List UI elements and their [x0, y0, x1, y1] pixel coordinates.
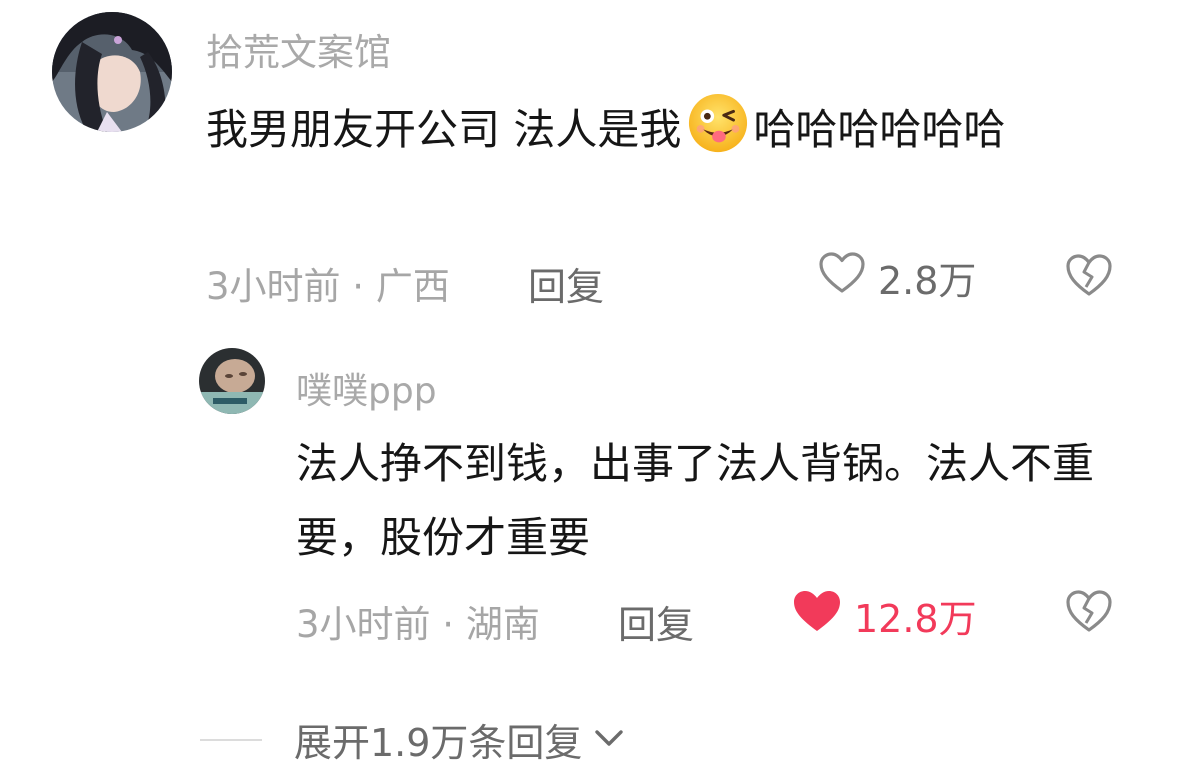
comment-username[interactable]: 拾荒文案馆	[206, 22, 391, 76]
reply-content: 法人挣不到钱，出事了法人背锅。法人不重要，股份才重要	[296, 439, 1095, 562]
comment-content: 我男朋友开公司 法人是我 哈哈哈哈哈哈	[206, 92, 1106, 167]
dislike-button[interactable]	[1064, 588, 1114, 638]
like-button-liked[interactable]: 12.8万	[792, 588, 977, 643]
reply-button[interactable]: 回复	[528, 256, 604, 311]
heart-outline-icon	[818, 251, 866, 304]
expand-replies-button[interactable]: 展开1.9万条回复	[200, 712, 626, 767]
like-count: 2.8万	[878, 259, 977, 303]
dislike-button[interactable]	[1064, 252, 1114, 302]
chevron-down-icon	[592, 726, 626, 754]
reply-username[interactable]: 噗噗ppp	[296, 362, 437, 414]
expand-replies-label: 展开1.9万条回复	[294, 721, 583, 765]
reply-meta: 3小时前 · 湖南	[296, 603, 540, 646]
heart-filled-icon	[792, 588, 842, 643]
like-button[interactable]: 2.8万	[818, 250, 976, 305]
divider	[200, 738, 262, 741]
broken-heart-icon	[1064, 590, 1114, 638]
wink-tongue-emoji-icon	[687, 92, 749, 154]
comment-text: 我男朋友开公司 法人是我	[206, 105, 682, 154]
like-count: 12.8万	[854, 597, 977, 641]
reply-button[interactable]: 回复	[618, 594, 694, 649]
avatar[interactable]	[52, 12, 172, 132]
broken-heart-icon	[1064, 254, 1114, 302]
comment-text-continued: 哈哈哈哈哈哈	[753, 105, 1006, 154]
avatar[interactable]	[199, 348, 265, 414]
comment-meta: 3小时前 · 广西	[206, 265, 450, 308]
